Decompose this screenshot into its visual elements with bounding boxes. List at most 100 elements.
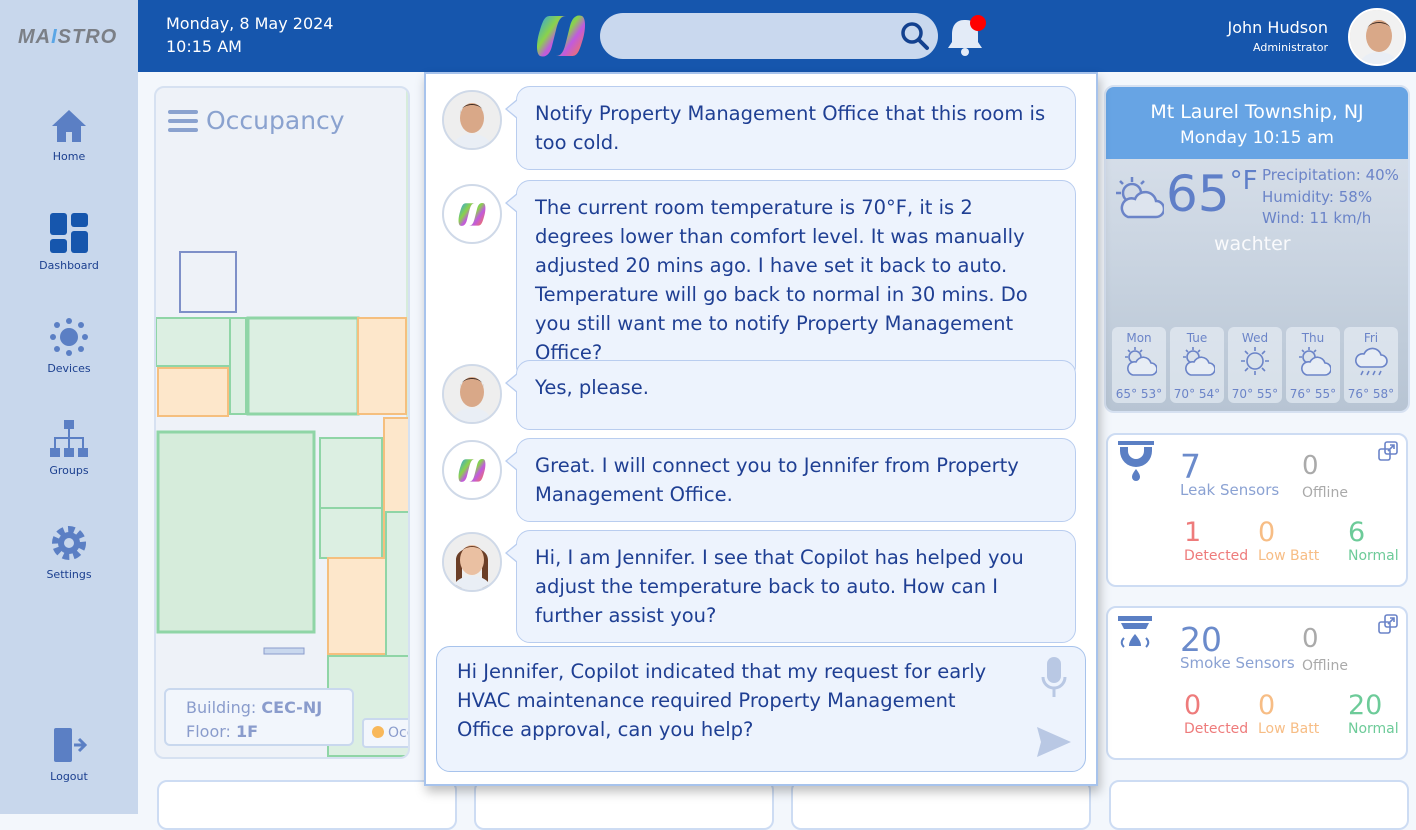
- forecast-day-label: Thu: [1301, 331, 1325, 345]
- occupied-dot-icon: [372, 726, 384, 738]
- sidebar: MAISTRO Home Dashboard Devices Groups Se…: [0, 0, 138, 814]
- menu-icon[interactable]: [168, 109, 198, 133]
- occupancy-legend: Occup: [362, 718, 408, 748]
- building-label: Building:: [186, 698, 257, 717]
- forecast-day-label: Wed: [1241, 331, 1269, 345]
- leak-icon: [1118, 441, 1154, 481]
- logout-icon: [54, 728, 88, 762]
- bottom-card: [1109, 780, 1409, 830]
- forecast-high: 76°: [1289, 387, 1312, 401]
- chat-panel: Notify Property Management Office that t…: [424, 72, 1098, 786]
- sidebar-item-devices[interactable]: Devices: [0, 318, 138, 375]
- send-icon[interactable]: [1037, 727, 1071, 757]
- building-value: CEC-NJ: [261, 698, 323, 717]
- forecast-day: Fri 76° 58°: [1344, 327, 1398, 403]
- leak-offline-label: Offline: [1302, 485, 1348, 501]
- expand-icon[interactable]: [1378, 441, 1398, 461]
- sidebar-item-label: Home: [52, 150, 86, 163]
- copilot-icon: [458, 202, 486, 226]
- sidebar-item-home[interactable]: Home: [0, 108, 138, 163]
- wind: Wind: 11 km/h: [1262, 209, 1372, 227]
- copilot-avatar: [442, 440, 502, 500]
- floorplan-map: [156, 88, 408, 757]
- bottom-card: [474, 780, 774, 830]
- microphone-icon[interactable]: [1041, 657, 1067, 699]
- sidebar-item-dashboard[interactable]: Dashboard: [0, 213, 138, 272]
- precipitation: Precipitation: 40%: [1262, 166, 1399, 184]
- logout-button[interactable]: Logout: [0, 726, 138, 783]
- current-temperature: 65°F: [1166, 165, 1258, 223]
- partly-cloudy-icon: [1299, 347, 1332, 376]
- smoke-sensors-card[interactable]: 20 Smoke Sensors 0 Offline 0 Detected 0 Lo…: [1106, 606, 1408, 760]
- user-name: John Hudson: [1227, 18, 1328, 37]
- forecast-day: Tue 70° 54°: [1170, 327, 1224, 403]
- forecast-day: Thu 76° 55°: [1286, 327, 1340, 403]
- building-floor-info[interactable]: Building: CEC-NJ Floor: 1F: [164, 688, 354, 746]
- smoke-normal-label: Normal: [1348, 721, 1399, 737]
- jennifer-avatar: [442, 532, 502, 592]
- leak-sensors-card[interactable]: 7 Leak Sensors 0 Offline 1 Detected 0 Low …: [1106, 433, 1408, 587]
- search-icon[interactable]: [900, 21, 930, 51]
- chat-message: The current room temperature is 70°F, it…: [505, 180, 1076, 380]
- user-avatar: [442, 364, 502, 424]
- weather-location: Mt Laurel Township, NJ: [1150, 101, 1364, 123]
- smoke-detected-label: Detected: [1184, 721, 1249, 737]
- gear-icon: [52, 526, 86, 560]
- maistro-logo: MAISTRO: [18, 26, 118, 48]
- smoke-detector-icon: [1118, 616, 1152, 648]
- avatar[interactable]: [1348, 8, 1406, 66]
- forecast-high: 76°: [1347, 387, 1370, 401]
- sidebar-item-settings[interactable]: Settings: [0, 524, 138, 581]
- smoke-offline-count: 0: [1302, 624, 1319, 654]
- leak-detected-count: 1: [1184, 517, 1202, 548]
- forecast-day: Mon 65° 53°: [1112, 327, 1166, 403]
- expand-icon[interactable]: [1378, 614, 1398, 634]
- current-time: 10:15 AM: [166, 37, 242, 56]
- legend-label: Occup: [388, 725, 408, 741]
- smoke-offline-label: Offline: [1302, 658, 1348, 674]
- forecast-day-label: Fri: [1363, 331, 1379, 345]
- sidebar-item-label: Dashboard: [39, 259, 99, 272]
- copilot-icon: [458, 458, 486, 482]
- forecast-day: Wed 70° 55°: [1228, 327, 1282, 403]
- partly-cloudy-icon: [1116, 177, 1164, 219]
- forecast-low: 55°: [1314, 387, 1337, 401]
- sidebar-item-label: Groups: [49, 464, 89, 477]
- leak-normal-count: 6: [1348, 517, 1366, 548]
- forecast-low: 58°: [1372, 387, 1395, 401]
- leak-offline-count: 0: [1302, 451, 1319, 481]
- logout-label: Logout: [50, 770, 88, 783]
- smoke-lowbatt-count: 0: [1258, 690, 1276, 721]
- floor-label: Floor:: [186, 722, 231, 741]
- forecast-low: 55°: [1256, 387, 1279, 401]
- leak-detected-label: Detected: [1184, 548, 1249, 564]
- bottom-card: [157, 780, 457, 830]
- forecast-low: 54°: [1198, 387, 1221, 401]
- occupancy-floorplan[interactable]: Occupancy Building: CEC-NJ Floor: 1F Occ…: [154, 86, 410, 759]
- temp-unit: °F: [1229, 166, 1258, 196]
- smoke-detected-count: 0: [1184, 690, 1202, 721]
- header: Monday, 8 May 2024 10:15 AM John Hudson Ad…: [138, 0, 1416, 72]
- chat-message: Notify Property Management Office that t…: [505, 86, 1076, 170]
- chat-message: Great. I will connect you to Jennifer fr…: [505, 438, 1076, 522]
- search-input[interactable]: [600, 13, 938, 59]
- weather-card: Mt Laurel Township, NJ Monday 10:15 am 65…: [1104, 85, 1410, 413]
- chat-message: Hi, I am Jennifer. I see that Copilot ha…: [505, 530, 1076, 643]
- leak-lowbatt-label: Low Batt: [1258, 548, 1320, 564]
- forecast-low: 53°: [1140, 387, 1163, 401]
- leak-normal-label: Normal: [1348, 548, 1399, 564]
- sidebar-item-label: Settings: [46, 568, 92, 581]
- copilot-icon[interactable]: [536, 12, 586, 60]
- dashboard-icon: [50, 213, 88, 253]
- user-avatar: [442, 90, 502, 150]
- bell-icon[interactable]: [944, 14, 990, 60]
- smoke-normal-count: 20: [1348, 690, 1383, 721]
- chat-message: Yes, please.: [505, 360, 1076, 430]
- occupancy-header: Occupancy: [168, 106, 345, 135]
- devices-icon: [50, 318, 88, 356]
- leak-lowbatt-count: 0: [1258, 517, 1276, 548]
- forecast-high: 70°: [1231, 387, 1254, 401]
- smoke-lowbatt-label: Low Batt: [1258, 721, 1320, 737]
- chat-input[interactable]: Hi Jennifer, Copilot indicated that my r…: [436, 646, 1086, 772]
- sidebar-item-groups[interactable]: Groups: [0, 420, 138, 477]
